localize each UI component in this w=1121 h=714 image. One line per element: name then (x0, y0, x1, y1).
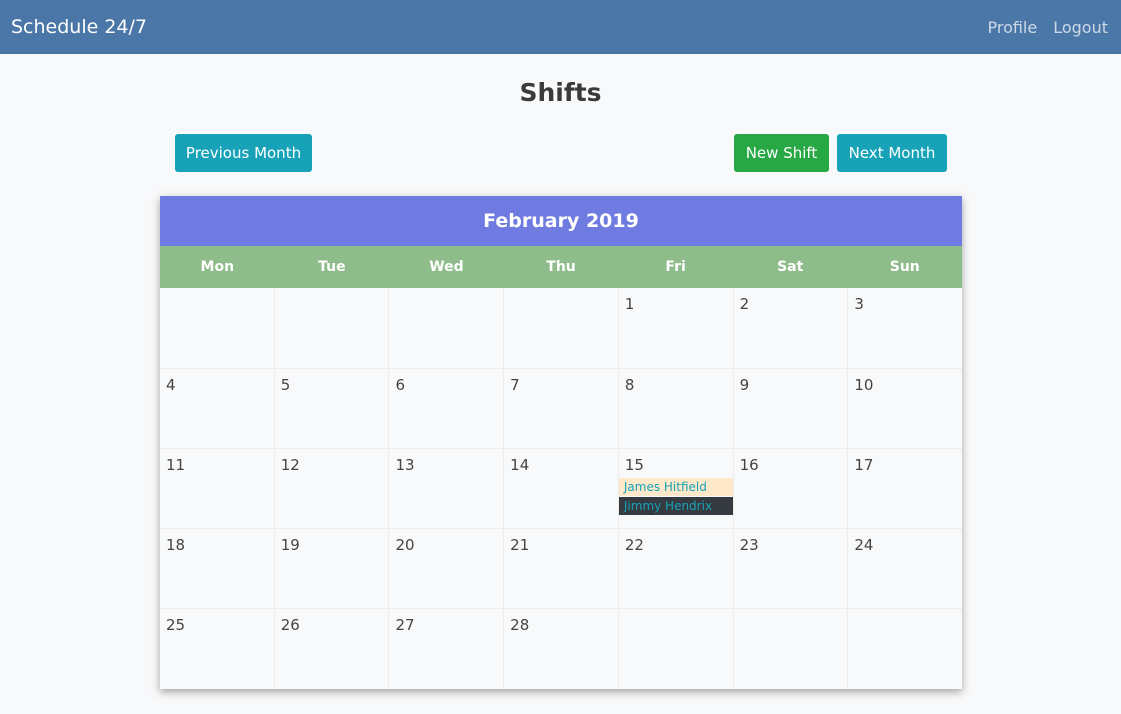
profile-link[interactable]: Profile (987, 18, 1037, 37)
day-number: 7 (510, 376, 520, 394)
calendar-day-empty (847, 609, 962, 688)
day-number: 5 (280, 376, 291, 394)
day-number: 23 (739, 536, 759, 554)
day-number: 11 (166, 456, 186, 474)
calendar-day-20[interactable]: 20 (388, 529, 503, 608)
calendar-day-23[interactable]: 23 (732, 529, 848, 608)
calendar-grid: 1 2 3 4 5 6 7 8 9 10 11 12 13 14 15 James Hitfield Jimmy… (160, 288, 962, 688)
weekday-wed: Wed (429, 259, 464, 275)
day-number: 6 (395, 376, 405, 394)
day-number: 26 (280, 616, 300, 634)
day-number: 2 (739, 295, 750, 313)
calendar-day-4[interactable]: 4 (160, 369, 274, 448)
day-number: 9 (739, 376, 750, 394)
weekday-mon: Mon (200, 259, 235, 275)
day-number: 13 (395, 456, 415, 474)
calendar-day-26[interactable]: 26 (273, 609, 389, 688)
calendar-day-empty (732, 609, 848, 688)
navbar: Schedule 24/7 Profile Logout (0, 0, 1121, 54)
day-number: 3 (854, 295, 864, 313)
day-number: 22 (624, 536, 644, 554)
calendar-day-28[interactable]: 28 (503, 609, 618, 688)
previous-month-button[interactable]: Previous Month (175, 134, 312, 172)
brand-link[interactable]: Schedule 24/7 (11, 16, 147, 38)
day-number: 21 (510, 536, 530, 554)
calendar-day-19[interactable]: 19 (273, 529, 389, 608)
shift-entry[interactable]: James Hitfield (618, 478, 733, 496)
calendar-week: 18 19 20 21 22 23 24 (160, 528, 962, 608)
day-number: 16 (739, 456, 759, 474)
calendar-week: 4 5 6 7 8 9 10 (160, 368, 962, 448)
weekday-sun: Sun (889, 259, 920, 275)
day-number: 20 (395, 536, 415, 554)
day-number: 14 (510, 456, 530, 474)
page-title: Shifts (519, 78, 602, 107)
calendar-week: 1 2 3 (160, 288, 962, 368)
day-number: 15 (624, 456, 644, 474)
weekday-thu: Thu (546, 259, 576, 275)
next-month-button[interactable]: Next Month (837, 134, 947, 172)
calendar-day-17[interactable]: 17 (847, 449, 962, 528)
calendar-day-25[interactable]: 25 (160, 609, 274, 688)
day-number: 10 (854, 376, 874, 394)
day-number: 28 (510, 616, 530, 634)
day-number: 25 (166, 616, 186, 634)
calendar-day-2[interactable]: 2 (732, 288, 848, 368)
calendar-day-27[interactable]: 27 (388, 609, 503, 688)
calendar-day-13[interactable]: 13 (388, 449, 503, 528)
calendar-day-empty (503, 288, 618, 368)
calendar-day-22[interactable]: 22 (617, 529, 733, 608)
calendar-week: 11 12 13 14 15 James Hitfield Jimmy Hendrix 16 1… (160, 448, 962, 528)
weekday-fri: Fri (665, 259, 686, 275)
calendar-day-10[interactable]: 10 (847, 369, 962, 448)
calendar-day-8[interactable]: 8 (617, 369, 733, 448)
day-number: 1 (624, 295, 635, 313)
calendar-week: 25 26 27 28 (160, 608, 962, 688)
calendar-day-14[interactable]: 14 (503, 449, 618, 528)
day-number: 18 (166, 536, 186, 554)
new-shift-button[interactable]: New Shift (734, 134, 829, 172)
calendar-day-11[interactable]: 11 (160, 449, 274, 528)
day-number: 27 (395, 616, 415, 634)
calendar: February 2019 Mon Tue Wed Thu Fri Sat Sun 1234… (160, 196, 962, 689)
day-number: 19 (280, 536, 300, 554)
calendar-day-empty (160, 288, 274, 368)
calendar-day-15[interactable]: 15 James Hitfield Jimmy Hendrix (617, 449, 733, 528)
calendar-day-7[interactable]: 7 (503, 369, 618, 448)
calendar-day-24[interactable]: 24 (847, 529, 962, 608)
shift-entry[interactable]: Jimmy Hendrix (618, 497, 733, 515)
day-number: 8 (624, 376, 635, 394)
day-number: 4 (166, 376, 176, 394)
calendar-day-9[interactable]: 9 (732, 369, 848, 448)
calendar-day-6[interactable]: 6 (388, 369, 503, 448)
calendar-day-12[interactable]: 12 (273, 449, 389, 528)
calendar-day-21[interactable]: 21 (503, 529, 618, 608)
calendar-day-empty (388, 288, 503, 368)
calendar-day-3[interactable]: 3 (847, 288, 962, 368)
calendar-day-1[interactable]: 1 (617, 288, 733, 368)
day-number: 24 (854, 536, 874, 554)
nav-links: Profile Logout (987, 18, 1108, 37)
weekday-tue: Tue (318, 259, 346, 275)
logout-link[interactable]: Logout (1053, 18, 1108, 37)
calendar-day-empty (273, 288, 389, 368)
day-number: 17 (854, 456, 874, 474)
day-number: 12 (280, 456, 300, 474)
weekday-row: Mon Tue Wed Thu Fri Sat Sun (160, 246, 962, 288)
calendar-day-empty (617, 609, 733, 688)
calendar-day-18[interactable]: 18 (160, 529, 274, 608)
calendar-month-label: February 2019 (160, 196, 962, 246)
calendar-day-5[interactable]: 5 (273, 369, 389, 448)
calendar-day-16[interactable]: 16 (732, 449, 848, 528)
weekday-sat: Sat (777, 259, 804, 275)
